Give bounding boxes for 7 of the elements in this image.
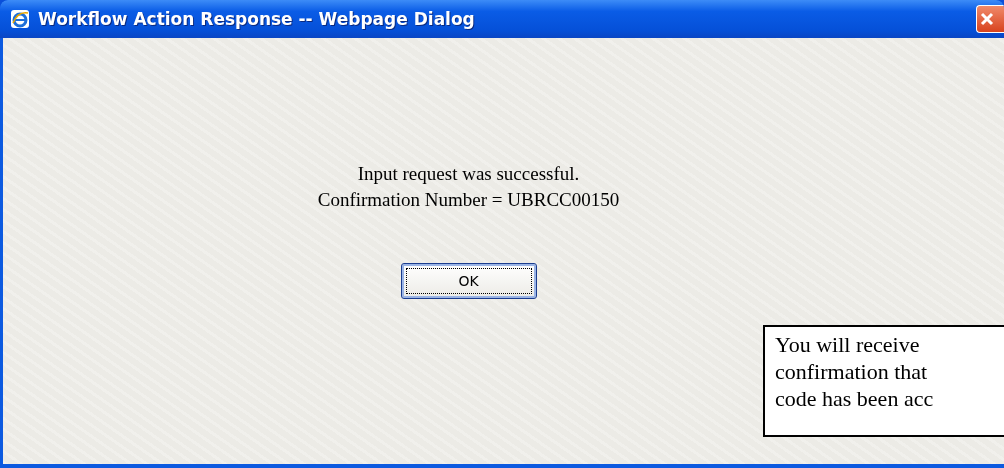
- browser-icon: [10, 9, 30, 29]
- window-title: Workflow Action Response -- Webpage Dialog: [38, 9, 476, 29]
- message-text: Confirmation Number = UBRCC00150: [317, 188, 620, 212]
- close-button[interactable]: [976, 5, 1004, 33]
- ok-button[interactable]: OK: [400, 263, 537, 299]
- message-text: Input request was successful.: [357, 162, 580, 186]
- callout-note: You will receive confirmation that code has been acc: [763, 325, 1004, 437]
